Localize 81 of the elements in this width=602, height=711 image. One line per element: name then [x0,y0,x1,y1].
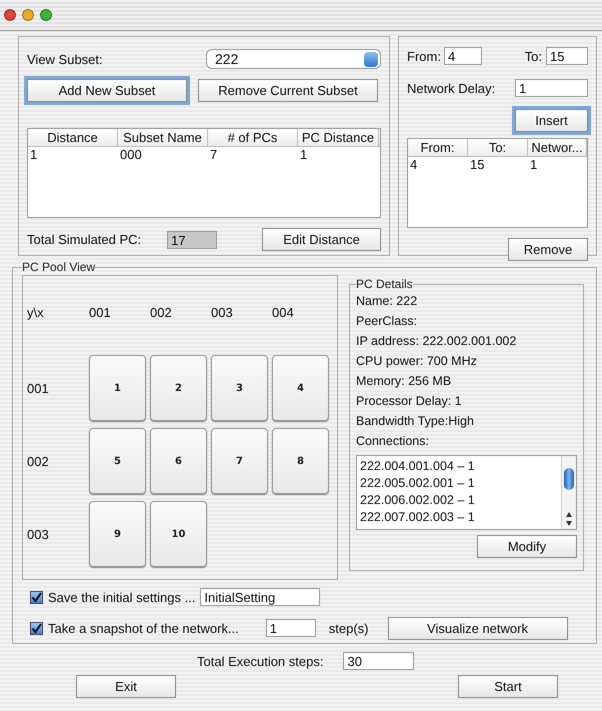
total-steps-field[interactable]: 30 [343,652,414,670]
pc-pool-title: PC Pool View [22,260,96,274]
table-cell: 7 [210,147,218,162]
pc-button[interactable]: 9 [89,501,146,567]
table-cell: 15 [470,157,484,172]
table-cell: 1 [30,147,38,162]
add-subset-button[interactable]: Add New Subset [27,79,187,102]
steps-unit-label: step(s) [328,620,369,636]
scrollbar[interactable] [561,456,576,529]
column-label: 004 [272,304,295,320]
axis-label: y\x [27,304,45,320]
close-icon[interactable] [4,9,16,21]
table-cell: 1 [300,147,308,162]
connection-item[interactable]: 222.004.001.004 – 1 [360,459,475,473]
view-subset-label: View Subset: [27,52,103,66]
row-label: 003 [27,526,50,542]
detail-text: IP address: 222.002.001.002 [356,334,516,348]
total-simulated-field: 17 [167,230,218,248]
detail-text: Memory: 256 MB [356,374,452,388]
pc-button[interactable]: 1 [89,355,146,421]
network-delay-label: Network Delay: [407,80,496,96]
column-header[interactable]: # of PCs [208,129,298,146]
total-simulated-label: Total Simulated PC: [27,232,142,247]
pc-details-title: PC Details [356,277,413,291]
minimize-icon[interactable] [22,9,34,21]
column-header[interactable]: Distance [28,129,118,146]
remove-subset-button[interactable]: Remove Current Subset [198,79,378,102]
pc-button[interactable]: 8 [272,428,329,494]
modify-button[interactable]: Modify [477,535,577,558]
scroll-thumb[interactable] [564,468,574,490]
row-label: 002 [27,454,50,468]
to-label: To: [524,48,542,64]
column-header[interactable]: Networ... [528,139,587,156]
detail-text: Bandwidth Type:High [356,414,474,428]
exit-button[interactable]: Exit [76,675,176,698]
start-button[interactable]: Start [458,675,558,698]
insert-button[interactable]: Insert [515,109,588,132]
to-field[interactable]: 15 [546,47,588,65]
snapshot-label: Take a snapshot of the network... [48,620,239,636]
connection-item[interactable]: 222.006.002.002 – 1 [360,493,475,507]
connection-item[interactable]: 222.005.002.001 – 1 [360,476,475,490]
column-label: 001 [89,304,112,320]
pc-button[interactable]: 2 [150,355,207,421]
table-cell: 1 [530,157,538,172]
column-header[interactable]: From: [408,139,468,156]
scroll-arrows-icon[interactable] [565,511,573,527]
table-cell: 4 [410,157,418,172]
detail-text: Connections: [356,434,429,448]
subset-dropdown[interactable]: 222 [206,49,381,69]
row-label: 001 [27,380,50,396]
detail-text: CPU power: 700 MHz [356,354,477,368]
total-steps-label: Total Execution steps: [197,654,324,668]
column-label: 003 [211,304,234,320]
checkbox[interactable] [30,622,43,634]
detail-text: Processor Delay: 1 [356,394,462,408]
edit-distance-button[interactable]: Edit Distance [262,228,381,251]
from-label: From: [407,48,441,64]
settings-name-field[interactable]: InitialSetting [200,588,320,606]
pc-button[interactable]: 10 [150,501,207,567]
stepper-icon [364,52,378,66]
save-settings-label: Save the initial settings ... [48,590,196,604]
checkbox[interactable] [30,590,43,604]
zoom-icon[interactable] [40,9,52,21]
pc-button[interactable]: 4 [272,355,329,421]
snapshot-steps-field[interactable]: 1 [266,619,316,637]
column-header[interactable]: To: [468,139,528,156]
network-delay-field[interactable]: 1 [515,79,588,97]
from-field[interactable]: 4 [444,47,482,65]
pc-button[interactable]: 6 [150,428,207,494]
detail-text: Name: 222 [356,294,418,308]
column-header[interactable]: Subset Name [118,129,208,146]
pc-button[interactable]: 3 [211,355,268,421]
detail-text: PeerClass: [356,314,418,328]
pc-button[interactable]: 5 [89,428,146,494]
connection-item[interactable]: 222.007.002.003 – 1 [360,510,475,524]
table-cell: 000 [120,147,142,162]
visualize-network-button[interactable]: Visualize network [388,616,568,640]
remove-button[interactable]: Remove [508,238,588,261]
column-header[interactable]: PC Distance [298,129,379,146]
pc-button[interactable]: 7 [211,428,268,494]
column-label: 002 [150,304,173,320]
